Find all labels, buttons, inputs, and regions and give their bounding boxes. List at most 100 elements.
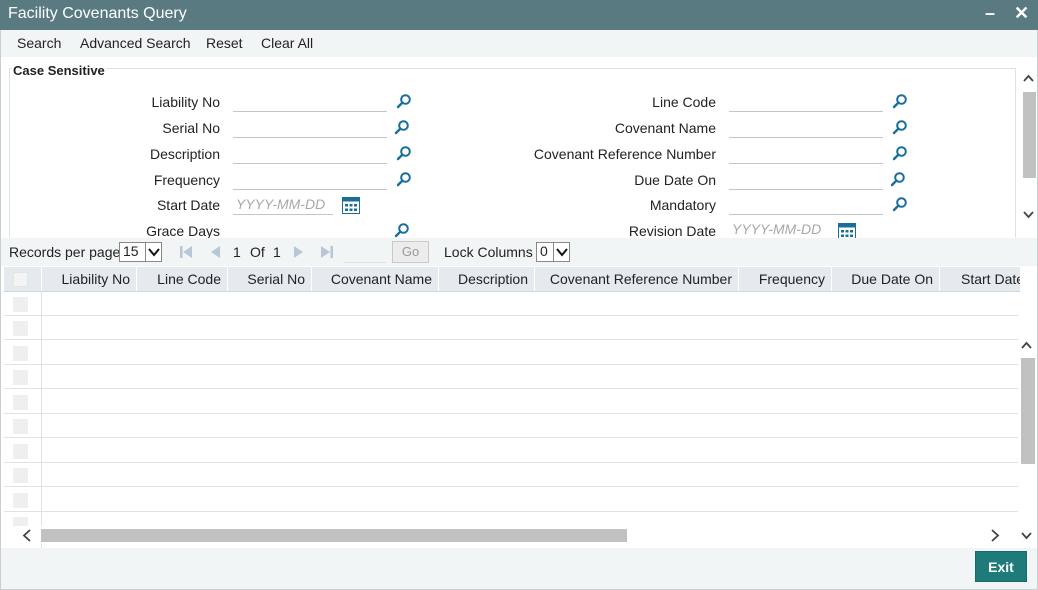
frequency-search-icon[interactable] — [396, 171, 412, 187]
table-row[interactable] — [4, 341, 1020, 365]
minimize-icon[interactable]: – — [985, 3, 995, 24]
criteria-scroll-thumb[interactable] — [1023, 92, 1036, 178]
mandatory-search-icon[interactable] — [892, 196, 908, 212]
records-per-page-select[interactable]: 15 — [119, 242, 162, 262]
table-row[interactable] — [4, 488, 1020, 512]
liability-no-label: Liability No — [151, 94, 220, 110]
frequency-input[interactable] — [233, 169, 387, 190]
first-page-icon[interactable] — [179, 245, 193, 259]
row-checkbox[interactable] — [13, 346, 28, 361]
lock-columns-select[interactable]: 0 — [536, 242, 570, 262]
row-checkbox[interactable] — [13, 493, 28, 508]
row-checkbox[interactable] — [13, 321, 28, 336]
mandatory-input[interactable] — [729, 194, 883, 215]
column-header[interactable]: Due Date On — [832, 267, 940, 291]
records-per-page-value: 15 — [123, 243, 139, 259]
grid-header: Liability No Line Code Serial No Covenan… — [4, 267, 1020, 292]
row-checkbox[interactable] — [13, 444, 28, 459]
column-header[interactable]: Serial No — [228, 267, 312, 291]
line-code-label: Line Code — [652, 94, 716, 110]
liability-no-input[interactable] — [233, 91, 387, 112]
criteria-scrollbar[interactable] — [1020, 67, 1037, 238]
last-page-icon[interactable] — [320, 245, 334, 259]
page-number-input[interactable] — [344, 245, 386, 263]
description-label: Description — [149, 146, 220, 162]
table-row[interactable] — [4, 439, 1020, 463]
next-page-icon[interactable] — [292, 245, 306, 259]
due-date-on-label: Due Date On — [634, 172, 716, 188]
covenant-name-label: Covenant Name — [614, 120, 716, 136]
revision-date-label: Revision Date — [628, 223, 716, 238]
reset-menu[interactable]: Reset — [206, 35, 243, 51]
search-menu[interactable]: Search — [17, 35, 61, 51]
window-title: Facility Covenants Query — [8, 5, 187, 22]
records-dropdown[interactable] — [145, 243, 161, 261]
previous-page-icon[interactable] — [208, 245, 222, 259]
column-header[interactable]: Liability No — [42, 267, 137, 291]
covenant-reference-number-search-icon[interactable] — [892, 145, 908, 161]
revision-date-input[interactable] — [729, 219, 829, 238]
of-label: Of — [250, 244, 265, 260]
column-header[interactable]: Start Date — [940, 267, 1020, 291]
menu-bar: Search Advanced Search Reset Clear All — [1, 30, 1037, 57]
column-header[interactable]: Description — [439, 267, 535, 291]
scroll-up-icon[interactable] — [1019, 338, 1034, 353]
serial-no-input[interactable] — [233, 117, 387, 138]
current-page: 1 — [233, 244, 241, 260]
table-row[interactable] — [4, 414, 1020, 438]
row-checkbox[interactable] — [13, 395, 28, 410]
covenant-name-search-icon[interactable] — [892, 119, 908, 135]
covenant-reference-number-input[interactable] — [729, 143, 883, 164]
grace-days-input[interactable] — [233, 220, 387, 238]
case-sensitive-label: Case Sensitive — [12, 63, 106, 78]
table-row[interactable] — [4, 316, 1020, 340]
table-row[interactable] — [4, 463, 1020, 487]
scroll-right-icon[interactable] — [987, 528, 1002, 543]
go-button[interactable]: Go — [392, 241, 429, 263]
grid-vertical-scroll-thumb[interactable] — [1021, 358, 1035, 464]
start-date-input[interactable] — [233, 194, 333, 215]
exit-button[interactable]: Exit — [975, 551, 1027, 582]
revision-date-calendar-icon[interactable] — [838, 223, 856, 238]
grace-days-search-icon[interactable] — [394, 222, 410, 238]
clear-all-menu[interactable]: Clear All — [261, 35, 313, 51]
column-header[interactable]: Frequency — [739, 267, 832, 291]
scroll-up-icon[interactable] — [1021, 71, 1036, 86]
covenant-name-input[interactable] — [729, 117, 883, 138]
select-all-checkbox[interactable] — [13, 272, 28, 287]
liability-no-search-icon[interactable] — [396, 93, 412, 109]
description-input[interactable] — [233, 143, 387, 164]
due-date-on-search-icon[interactable] — [890, 171, 906, 187]
table-row[interactable] — [4, 390, 1020, 414]
line-code-input[interactable] — [729, 91, 883, 112]
lock-columns-dropdown[interactable] — [553, 243, 569, 261]
grace-days-label: Grace Days — [146, 223, 220, 238]
start-date-calendar-icon[interactable] — [342, 197, 360, 214]
column-header[interactable]: Covenant Name — [312, 267, 439, 291]
grid-horizontal-scrollbar[interactable] — [1, 526, 1021, 544]
start-date-label: Start Date — [156, 197, 220, 213]
serial-no-search-icon[interactable] — [394, 119, 410, 135]
chevron-down-icon — [148, 248, 160, 257]
frequency-label: Frequency — [153, 172, 220, 188]
table-row[interactable] — [4, 365, 1020, 389]
table-row[interactable] — [4, 292, 1020, 316]
records-per-page-label: Records per page — [9, 244, 121, 260]
due-date-on-input[interactable] — [729, 169, 883, 190]
row-checkbox[interactable] — [13, 468, 28, 483]
description-search-icon[interactable] — [396, 145, 412, 161]
grid-horizontal-scroll-thumb[interactable] — [41, 529, 627, 542]
row-checkbox[interactable] — [13, 419, 28, 434]
scroll-down-icon[interactable] — [1019, 528, 1034, 543]
scroll-left-icon[interactable] — [20, 528, 35, 543]
row-checkbox[interactable] — [13, 370, 28, 385]
close-icon[interactable]: ✕ — [1014, 3, 1029, 24]
grid-vertical-scrollbar[interactable] — [1018, 308, 1036, 548]
column-header[interactable]: Covenant Reference Number — [535, 267, 739, 291]
column-header[interactable]: Line Code — [137, 267, 228, 291]
row-checkbox[interactable] — [13, 297, 28, 312]
mandatory-label: Mandatory — [649, 197, 716, 213]
scroll-down-icon[interactable] — [1021, 207, 1036, 222]
line-code-search-icon[interactable] — [892, 93, 908, 109]
advanced-search-menu[interactable]: Advanced Search — [80, 35, 191, 51]
